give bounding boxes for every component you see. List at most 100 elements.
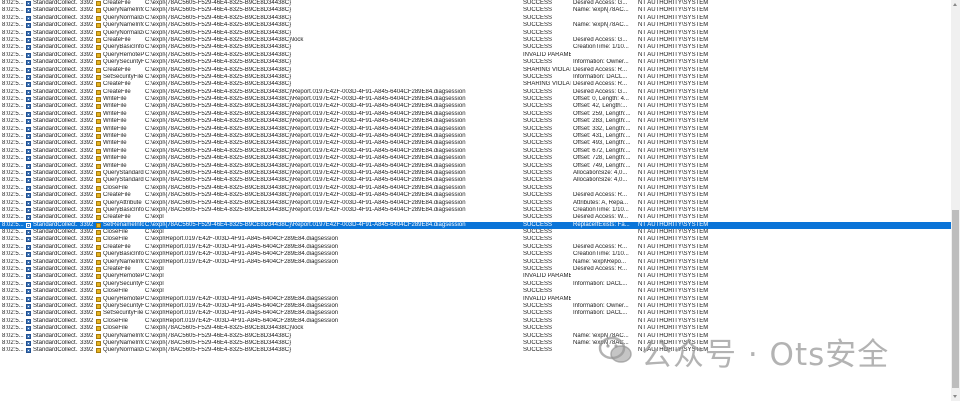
- path-cell: C:\expl\{78AC5605-F529-46E4-8325-B9CE8D3…: [145, 51, 292, 58]
- table-row[interactable]: 8:02:5... StandardCollect... 3392 CloseFile…: [0, 318, 951, 325]
- scroll-down-arrow-icon[interactable]: [951, 393, 960, 401]
- detail-cell: AllocationSize: 4,0...: [573, 169, 628, 176]
- path-cell: C:\expl\{78AC5605-F529-46E4-8325-B9CE8D3…: [145, 66, 292, 73]
- user-cell: NT AUTHORITY\SYSTEM: [638, 280, 709, 287]
- filesystem-operation-icon: [96, 207, 101, 213]
- user-cell: NT AUTHORITY\SYSTEM: [638, 73, 709, 80]
- table-row[interactable]: 8:02:5... StandardCollect... 3392 QueryNorm…: [0, 347, 951, 354]
- table-row[interactable]: 8:02:5... StandardCollect... 3392 QueryNorm…: [0, 15, 951, 22]
- process-name: StandardCollect...: [33, 44, 78, 51]
- process-name: StandardCollect...: [33, 73, 78, 80]
- table-row[interactable]: 8:02:5... StandardCollect... 3392 WriteFile…: [0, 148, 951, 155]
- table-row[interactable]: 8:02:5... StandardCollect... 3392 CreateFil…: [0, 192, 951, 199]
- user-cell: NT AUTHORITY\SYSTEM: [638, 81, 709, 88]
- table-row[interactable]: 8:02:5... StandardCollect... 3392 WriteFile…: [0, 133, 951, 140]
- table-row[interactable]: 8:02:5... StandardCollect... 3392 QuerySecu…: [0, 281, 951, 288]
- operation-name: WriteFile: [103, 147, 127, 154]
- result-cell: SUCCESS: [523, 310, 553, 317]
- time-cell: 8:02:5...: [2, 110, 24, 117]
- user-cell: NT AUTHORITY\SYSTEM: [638, 229, 709, 236]
- table-row[interactable]: 8:02:5... StandardCollect... 3392 QueryRemo…: [0, 296, 951, 303]
- table-row[interactable]: 8:02:5... StandardCollect... 3392 QueryName…: [0, 259, 951, 266]
- table-row[interactable]: 8:02:5... StandardCollect... 3392 QueryName…: [0, 7, 951, 14]
- table-row[interactable]: 8:02:5... StandardCollect... 3392 QueryName…: [0, 333, 951, 340]
- time-cell: 8:02:5...: [2, 236, 24, 243]
- table-row[interactable]: 8:02:5... StandardCollect... 3392 QueryBasi…: [0, 251, 951, 258]
- table-row[interactable]: 8:02:5... StandardCollect... 3392 CreateFil…: [0, 37, 951, 44]
- operation-cell: WriteFile: [96, 118, 144, 125]
- table-row[interactable]: 8:02:5... StandardCollect... 3392 CloseFile…: [0, 229, 951, 236]
- table-row[interactable]: 8:02:5... StandardCollect... 3392 SetSecuri…: [0, 310, 951, 317]
- operation-cell: WriteFile: [96, 96, 144, 103]
- table-row[interactable]: 8:02:5... StandardCollect... 3392 QueryStan…: [0, 177, 951, 184]
- table-row[interactable]: 8:02:5... StandardCollect... 3392 CreateFil…: [0, 67, 951, 74]
- table-row-selected[interactable]: 8:02:5... StandardCollect... 3392 SetRename…: [0, 221, 951, 230]
- operation-name: CreateFile: [103, 88, 131, 95]
- table-row[interactable]: 8:02:5... StandardCollect... 3392 QueryRemo…: [0, 273, 951, 280]
- result-cell: SUCCESS: [523, 36, 553, 43]
- table-row[interactable]: 8:02:5... StandardCollect... 3392 QueryStan…: [0, 170, 951, 177]
- path-cell: C:\expl\{78AC5605-F529-46E4-8325-B9CE8D3…: [145, 0, 292, 6]
- scrollbar-thumb[interactable]: [952, 210, 959, 388]
- process-icon: [26, 156, 31, 162]
- table-row[interactable]: 8:02:5... StandardCollect... 3392 WriteFile…: [0, 163, 951, 170]
- scroll-up-arrow-icon[interactable]: [951, 0, 960, 8]
- vertical-scrollbar[interactable]: [951, 0, 960, 401]
- detail-cell: [573, 236, 635, 243]
- table-row[interactable]: 8:02:5... StandardCollect... 3392 SetSecuri…: [0, 74, 951, 81]
- table-row[interactable]: 8:02:5... StandardCollect... 3392 QueryBasi…: [0, 207, 951, 214]
- table-row[interactable]: 8:02:5... StandardCollect... 3392 CreateFil…: [0, 266, 951, 273]
- operation-name: CreateFile: [103, 0, 131, 6]
- table-row[interactable]: 8:02:5... StandardCollect... 3392 WriteFile…: [0, 111, 951, 118]
- table-row[interactable]: 8:02:5... StandardCollect... 3392 QuerySecu…: [0, 303, 951, 310]
- event-list[interactable]: 8:02:5... StandardCollect... 3392 CreateFil…: [0, 0, 951, 401]
- detail-cell: Offset: 0, Length: 4...: [573, 96, 629, 103]
- process-icon: [26, 1, 31, 6]
- table-row[interactable]: 8:02:5... StandardCollect... 3392 QueryAttr…: [0, 200, 951, 207]
- result-cell: SHARING VIOLAT...: [523, 81, 571, 88]
- table-row[interactable]: 8:02:5... StandardCollect... 3392 CreateFil…: [0, 89, 951, 96]
- operation-cell: CloseFile: [96, 288, 144, 295]
- table-row[interactable]: 8:02:5... StandardCollect... 3392 QueryName…: [0, 340, 951, 347]
- table-row[interactable]: 8:02:5... StandardCollect... 3392 WriteFile…: [0, 96, 951, 103]
- table-row[interactable]: 8:02:5... StandardCollect... 3392 QuerySecu…: [0, 59, 951, 66]
- table-row[interactable]: 8:02:5... StandardCollect... 3392 CloseFile…: [0, 288, 951, 295]
- table-row[interactable]: 8:02:5... StandardCollect... 3392 QueryBasi…: [0, 44, 951, 51]
- operation-name: CloseFile: [103, 325, 129, 332]
- process-icon: [26, 30, 31, 36]
- table-row[interactable]: 8:02:5... StandardCollect... 3392 CreateFil…: [0, 0, 951, 7]
- table-row[interactable]: 8:02:5... StandardCollect... 3392 CloseFile…: [0, 185, 951, 192]
- filesystem-operation-icon: [96, 82, 101, 88]
- operation-name: QuerySecurityFile: [103, 59, 144, 66]
- pid-cell: 3392: [80, 317, 93, 324]
- operation-name: WriteFile: [103, 125, 127, 132]
- filesystem-operation-icon: [96, 318, 101, 324]
- table-row[interactable]: 8:02:5... StandardCollect... 3392 CreateFil…: [0, 81, 951, 88]
- table-row[interactable]: 8:02:5... StandardCollect... 3392 CloseFile…: [0, 325, 951, 332]
- filesystem-operation-icon: [96, 289, 101, 295]
- time-cell: 8:02:5...: [2, 22, 24, 29]
- time-cell: 8:02:5...: [2, 169, 24, 176]
- table-row[interactable]: 8:02:5... StandardCollect... 3392 QueryName…: [0, 22, 951, 29]
- table-row[interactable]: 8:02:5... StandardCollect... 3392 QueryNorm…: [0, 30, 951, 37]
- table-row[interactable]: 8:02:5... StandardCollect... 3392 WriteFile…: [0, 118, 951, 125]
- operation-name: CreateFile: [103, 66, 131, 73]
- detail-cell: [573, 288, 635, 295]
- table-row[interactable]: 8:02:5... StandardCollect... 3392 WriteFile…: [0, 126, 951, 133]
- time-cell: 8:02:5...: [2, 302, 24, 309]
- process-icon: [26, 15, 31, 21]
- table-row[interactable]: 8:02:5... StandardCollect... 3392 WriteFile…: [0, 140, 951, 147]
- filesystem-operation-icon: [96, 119, 101, 125]
- table-row[interactable]: 8:02:5... StandardCollect... 3392 CreateFil…: [0, 214, 951, 221]
- process-icon: [26, 267, 31, 273]
- table-row[interactable]: 8:02:5... StandardCollect... 3392 WriteFile…: [0, 155, 951, 162]
- table-row[interactable]: 8:02:5... StandardCollect... 3392 CreateFil…: [0, 244, 951, 251]
- table-row[interactable]: 8:02:5... StandardCollect... 3392 WriteFile…: [0, 103, 951, 110]
- table-row[interactable]: 8:02:5... StandardCollect... 3392 CloseFile…: [0, 236, 951, 243]
- path-cell: C:\expl\{78AC5605-F529-46E4-8325-B9CE8D3…: [145, 73, 292, 80]
- table-row[interactable]: 8:02:5... StandardCollect... 3392 QueryRemo…: [0, 52, 951, 59]
- operation-cell: QueryBasicInfor...: [96, 207, 144, 214]
- process-icon: [26, 281, 31, 287]
- process-cell: StandardCollect...: [26, 207, 78, 214]
- result-cell: SUCCESS: [523, 103, 553, 110]
